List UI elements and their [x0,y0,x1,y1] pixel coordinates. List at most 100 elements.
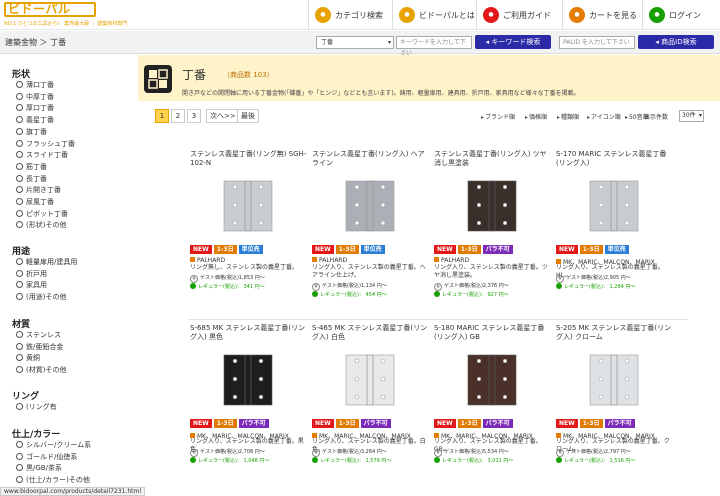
product-name[interactable]: S-180 MARIC ステンレス義星丁番(リング入) GB [434,324,552,342]
product-image[interactable] [218,353,278,407]
radio-icon[interactable] [16,127,23,135]
product-card[interactable]: S-685 MK ステンレス義星丁番(リング入) 黒色 NEW 1-3日 パラ不可 MK… [190,324,308,474]
keyword-search-input[interactable]: キーワードを入力して下さい [396,36,472,57]
filter-option[interactable]: (仕上/カラー)その他 [16,475,90,485]
radio-icon[interactable] [16,464,23,472]
page-1-button[interactable]: 1 [155,109,169,123]
radio-icon[interactable] [16,366,23,374]
filter-option[interactable]: 義星丁番 [16,115,54,125]
radio-icon[interactable] [16,403,23,410]
radio-icon[interactable] [16,209,23,217]
product-name[interactable]: ステンレス義星丁番(リング無) SGH-102-N [190,150,308,168]
filter-option[interactable]: スライド丁番 [16,150,68,160]
nav-info[interactable]: ● ビドーパルとは [392,0,476,30]
radio-icon[interactable] [16,151,23,159]
category-select[interactable]: 丁番 ▾ [316,36,394,49]
product-name[interactable]: S-170 MARIC ステンレス義星丁番(リング入) [556,150,674,168]
filter-option[interactable]: 黄銅 [16,353,40,363]
radio-icon[interactable] [16,162,23,170]
filter-option[interactable]: (材質)その他 [16,365,66,375]
filter-option[interactable]: 厚口丁番 [16,103,54,113]
filter-option[interactable]: 中厚丁番 [16,92,54,102]
filter-option[interactable]: ピボット丁番 [16,209,68,219]
filter-option[interactable]: 薄口丁番 [16,80,54,90]
sort-option[interactable]: ▸ブランド順 [481,112,515,121]
radio-icon[interactable] [16,104,23,112]
product-id-input[interactable]: PALID を入力して下さい [559,36,635,49]
radio-icon[interactable] [16,139,23,147]
page-3-button[interactable]: 3 [187,109,201,123]
product-image[interactable] [584,179,644,233]
product-name[interactable]: S-685 MK ステンレス義星丁番(リング入) 黒色 [190,324,308,342]
radio-icon[interactable] [16,92,23,100]
product-card[interactable]: S-205 MK ステンレス義星丁番(リング入) クローム NEW 1-3日 パラ不可… [556,324,674,474]
nav-login[interactable]: ● ログイン [642,0,720,30]
radio-icon[interactable] [16,452,23,460]
radio-icon[interactable] [16,354,23,362]
radio-icon[interactable] [16,269,23,277]
filter-option[interactable]: 長丁番 [16,174,47,184]
sort-option[interactable]: ▸価格順 [525,112,547,121]
product-name[interactable]: S-205 MK ステンレス義星丁番(リング入) クローム [556,324,674,342]
product-image[interactable] [462,179,522,233]
page-2-button[interactable]: 2 [171,109,185,123]
nav-guide[interactable]: ● ご利用ガイド [476,0,562,30]
product-card[interactable]: ステンレス義星丁番(リング無) SGH-102-N NEW 1-3日 単位売 PALHA… [190,150,308,300]
product-card[interactable]: ステンレス義星丁番(リング入) ヘアライン NEW 1-3日 単位売 PALHARD リン… [312,150,430,300]
radio-icon[interactable] [16,258,23,265]
per-page-select[interactable]: 30件 ▾ [679,110,704,122]
product-image[interactable] [462,353,522,407]
product-card[interactable]: S-180 MARIC ステンレス義星丁番(リング入) GB NEW 1-3日 パラ不… [434,324,552,474]
radio-icon[interactable] [16,476,23,484]
filter-option[interactable]: ゴールド/仙徳系 [16,452,77,462]
nav-cart[interactable]: ● カートを見る [562,0,642,30]
nav-category[interactable]: ● カテゴリ検索 [308,0,392,30]
breadcrumb[interactable]: 建築金物 ＞ 丁番 [5,37,66,48]
filter-option[interactable]: 片開き丁番 [16,185,61,195]
product-name[interactable]: ステンレス義星丁番(リング入) ヘアライン [312,150,430,168]
product-name[interactable]: S-465 MK ステンレス義星丁番(リング入) 白色 [312,324,430,342]
site-logo[interactable]: ビドーパル [4,2,96,17]
product-image[interactable] [218,179,278,233]
product-card[interactable]: ステンレス義星丁番(リング入) ツヤ消し黒塗装 NEW 1-3日 パラ不可 PALHAR… [434,150,552,300]
product-card[interactable]: S-170 MARIC ステンレス義星丁番(リング入) NEW 1-3日 単位売 MK、… [556,150,674,300]
badge: 1-3日 [335,419,359,428]
filter-option[interactable]: 鉄/亜鉛合金 [16,342,63,352]
filter-option[interactable]: (リング有 [16,402,57,412]
product-id-search-button[interactable]: ◂ 商品ID検索 [638,35,714,49]
next-page-button[interactable]: 次へ>> [206,109,240,123]
filter-option[interactable]: 筋丁番 [16,162,47,172]
product-image[interactable] [340,353,400,407]
product-image[interactable] [340,179,400,233]
radio-icon[interactable] [16,198,23,205]
filter-option[interactable]: (形状)その他 [16,220,66,230]
filter-option[interactable]: 軽量扉用/建具用 [16,257,77,267]
radio-icon[interactable] [16,174,23,182]
filter-option[interactable]: 旗丁番 [16,127,47,137]
sort-option[interactable]: ▸種類順 [557,112,579,121]
radio-icon[interactable] [16,281,23,289]
product-name[interactable]: ステンレス義星丁番(リング入) ツヤ消し黒塗装 [434,150,552,168]
badge: NEW [312,419,334,428]
sort-option[interactable]: ▸アイコン順 [587,112,621,121]
radio-icon[interactable] [16,116,23,124]
radio-icon[interactable] [16,221,23,229]
filter-option[interactable]: (用途)その他 [16,292,66,302]
filter-option[interactable]: ステンレス [16,330,61,340]
radio-icon[interactable] [16,441,23,448]
radio-icon[interactable] [16,342,23,350]
filter-option[interactable]: シルバー/クリーム系 [16,440,91,450]
radio-icon[interactable] [16,293,23,301]
product-image[interactable] [584,353,644,407]
filter-option[interactable]: 尿風丁番 [16,197,54,207]
keyword-search-button[interactable]: ◂ キーワード検索 [475,35,551,49]
radio-icon[interactable] [16,81,23,88]
product-card[interactable]: S-465 MK ステンレス義星丁番(リング入) 白色 NEW 1-3日 パラ不可 MK… [312,324,430,474]
radio-icon[interactable] [16,331,23,338]
radio-icon[interactable] [16,186,23,194]
filter-option[interactable]: 折戸用 [16,269,47,279]
filter-option[interactable]: 家具用 [16,280,47,290]
filter-option[interactable]: フラッシュ丁番 [16,139,75,149]
last-page-button[interactable]: 最後 [237,109,259,123]
filter-option[interactable]: 黒/GB/茶系 [16,463,62,473]
